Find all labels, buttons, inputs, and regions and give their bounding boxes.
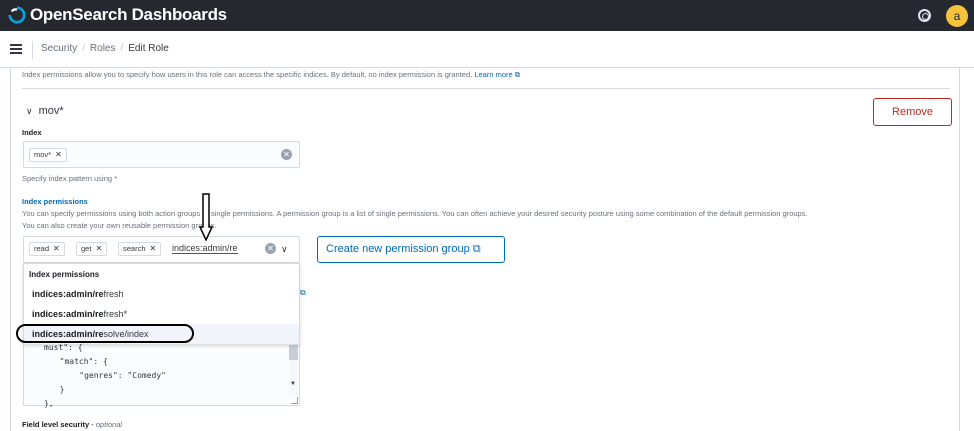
index-permissions-help-2: You can also create your own reusable pe… [22,221,217,230]
chip-remove-icon[interactable]: ✕ [150,244,157,253]
section-toggle[interactable]: ∨ mov* [26,105,64,117]
index-chip: mov* ✕ [29,148,67,162]
code-line: }, [44,399,54,408]
brand-name: OpenSearch Dashboards [30,5,227,24]
clear-icon[interactable]: ✕ [265,243,276,254]
down-arrow-annotation [199,193,213,241]
code-line: "genres": "Comedy" [60,371,166,380]
learn-more-label: Learn more [474,70,513,79]
permission-chip-label: search [123,244,146,253]
option-match: indices:admin/re [32,289,104,299]
suggestion-option[interactable]: indices:admin/refresh [24,284,299,304]
permission-chip-label: get [81,244,92,253]
section-title: mov* [38,105,64,117]
external-link-icon: ⧉ [472,243,481,255]
option-rest: fresh [103,289,124,299]
permission-chip: get ✕ [76,242,108,256]
intro-text: Index permissions allow you to specify h… [22,70,520,80]
dropdown-heading: Index permissions [29,270,100,279]
divider [32,41,33,59]
index-help: Specify index pattern using * [22,174,118,183]
index-label: Index [22,128,42,137]
option-match: indices:admin/re [32,309,104,319]
permission-chip: search ✕ [118,242,162,256]
learn-more-link[interactable]: Learn more ⧉ [474,70,520,79]
index-chip-label: mov* [34,150,52,159]
external-link-icon[interactable]: ⧉ [300,288,306,298]
highlight-oval [16,324,194,343]
opensearch-logo[interactable]: OpenSearch Dashboards [8,5,227,25]
breadcrumb-edit-role: Edit Role [128,43,169,54]
create-permission-group-button[interactable]: Create new permission group ⧉ [317,236,505,263]
resize-handle[interactable] [291,397,298,404]
fls-optional: optional [95,420,123,429]
breadcrumb-separator: / [82,43,85,54]
chevron-down-icon[interactable]: ∨ [281,244,288,255]
breadcrumb-separator: / [120,43,124,54]
create-permission-group-label: Create new permission group [326,243,470,255]
breadcrumb-security[interactable]: Security [41,43,77,54]
breadcrumb: Security / Roles / Edit Role [41,43,169,54]
code-line: "match": { [50,357,108,366]
chevron-down-icon: ∨ [26,105,33,116]
option-rest: fresh* [103,309,128,319]
user-avatar[interactable]: a [946,5,968,27]
breadcrumb-roles[interactable]: Roles [90,43,116,54]
opensearch-logo-icon [8,6,26,24]
index-permissions-help: You can specify permissions using both a… [22,209,808,218]
fls-title: Field level security [22,420,90,429]
permission-search-input[interactable]: indices:admin/re [172,243,238,254]
scrollbar-thumb[interactable] [289,345,298,360]
permission-chip: read ✕ [29,242,65,256]
index-permissions-label: Index permissions [22,197,88,206]
top-navigation-bar: OpenSearch Dashboards a [0,0,974,31]
chip-remove-icon[interactable]: ✕ [53,244,60,253]
chip-remove-icon[interactable]: ✕ [55,150,62,159]
code-line: must": { [44,343,83,352]
chip-remove-icon[interactable]: ✕ [95,244,102,253]
remove-button[interactable]: Remove [873,98,952,126]
help-icon[interactable] [918,9,931,22]
clear-icon[interactable]: ✕ [281,149,292,160]
permission-chip-label: read [34,244,50,253]
suggestion-option[interactable]: indices:admin/refresh* [24,304,299,324]
scroll-down-icon[interactable]: ▼ [290,381,296,387]
field-level-security-label: Field level security - optional [22,420,123,429]
intro-description: Index permissions allow you to specify h… [22,70,473,79]
code-line: } [50,385,65,394]
divider [22,88,950,89]
menu-icon[interactable] [10,44,22,54]
permission-search-value: indices:admin/re [172,243,238,254]
